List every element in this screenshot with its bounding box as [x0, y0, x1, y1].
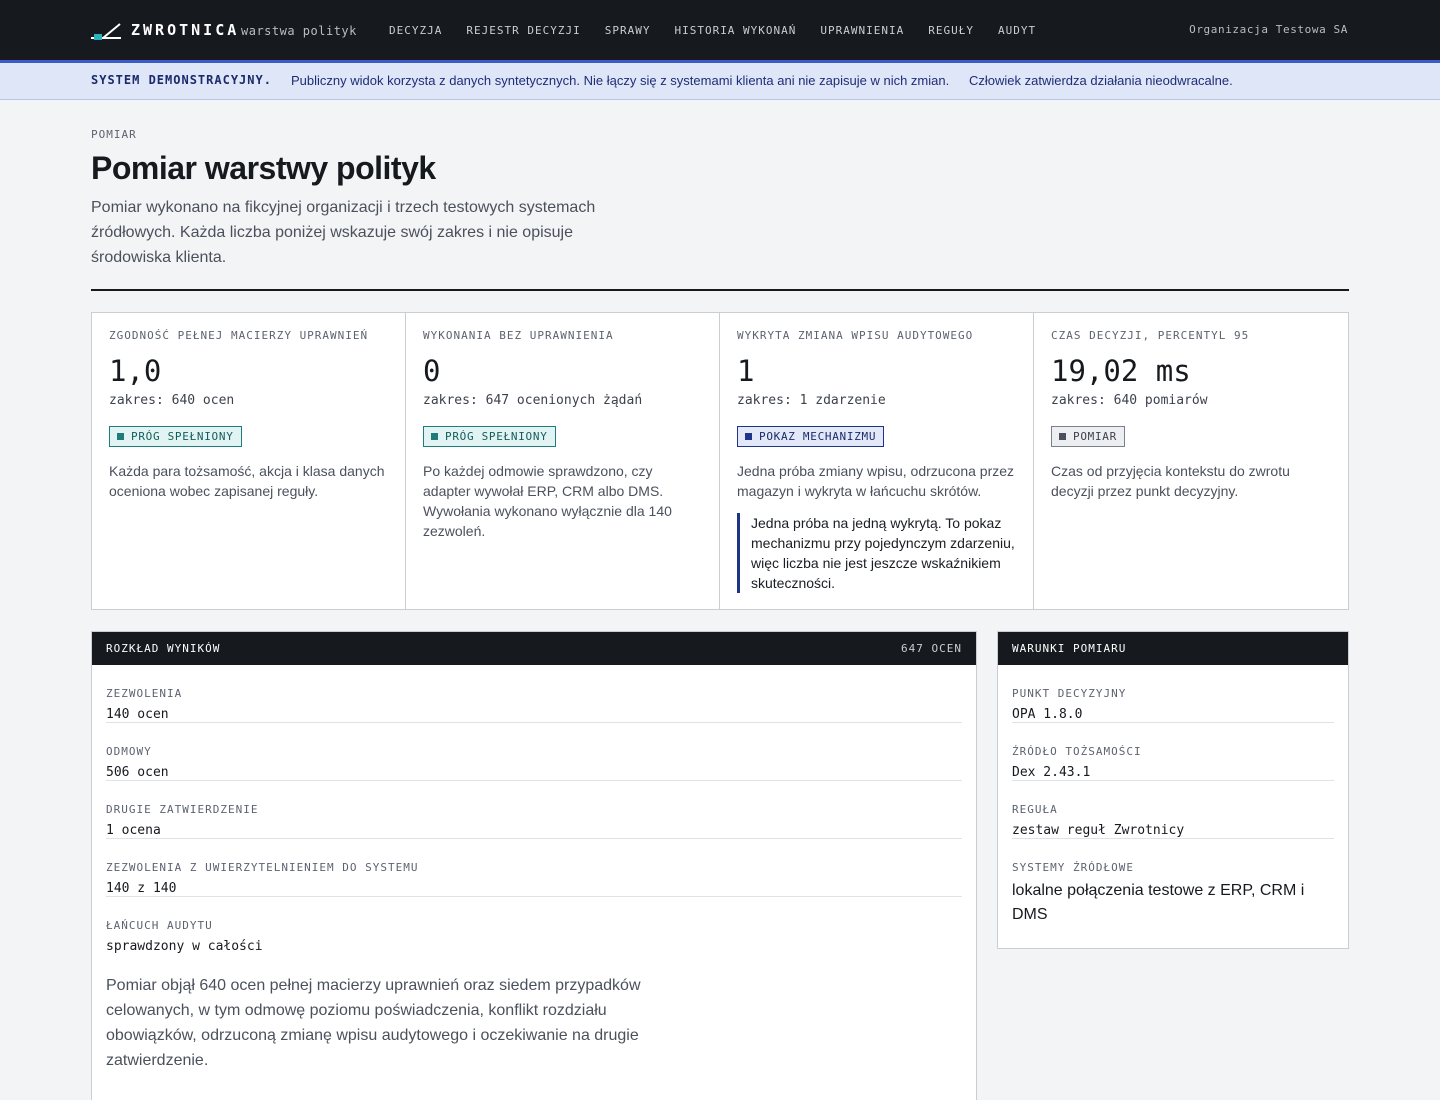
- badge-label: PRÓG SPEŁNIONY: [445, 430, 548, 443]
- demo-system-banner: SYSTEM DEMONSTRACYJNY. Publiczny widok k…: [0, 60, 1440, 100]
- header-divider: [91, 289, 1349, 291]
- badge-label: POKAZ MECHANIZMU: [759, 430, 877, 443]
- metric-value: 1: [737, 354, 755, 388]
- metric-description: Każda para tożsamość, akcja i klasa dany…: [109, 463, 385, 499]
- panel-count: 647 OCEN: [901, 642, 962, 655]
- measurement-conditions-panel: WARUNKI POMIARU PUNKT DECYZYJNY OPA 1.8.…: [997, 631, 1349, 949]
- list-item: ŹRÓDŁO TOŻSAMOŚCI Dex 2.43.1: [1012, 723, 1334, 781]
- metric-value: 0: [423, 354, 441, 388]
- nav-item-decyzja[interactable]: DECYZJA: [389, 24, 442, 37]
- row-label: SYSTEMY ŹRÓDŁOWE: [1012, 861, 1134, 874]
- distribution-summary: Pomiar objął 640 ocen pełnej macierzy up…: [106, 977, 641, 1069]
- metric-card-unauthorized-executions: WYKONANIA BEZ UPRAWNIENIA 0 zakres: 647 …: [406, 313, 720, 609]
- nav-item-historia-wykonan[interactable]: HISTORIA WYKONAŃ: [674, 24, 796, 37]
- badge-square-icon: [117, 433, 124, 440]
- metric-card-matrix-compliance: ZGODNOŚĆ PEŁNEJ MACIERZY UPRAWNIEŃ 1,0 z…: [92, 313, 406, 609]
- panel-title: WARUNKI POMIARU: [1012, 642, 1127, 655]
- row-label: DRUGIE ZATWIERDZENIE: [106, 803, 259, 816]
- metric-note: Jedna próba na jedną wykrytą. To pokaz m…: [737, 513, 1017, 593]
- list-item: REGUŁA zestaw reguł Zwrotnicy: [1012, 781, 1334, 839]
- distribution-rows: ZEZWOLENIA 140 ocen ODMOWY 506 ocen DRUG…: [92, 665, 976, 955]
- banner-text-approval: Człowiek zatwierdza działania nieodwraca…: [969, 73, 1233, 88]
- page-eyebrow: POMIAR: [91, 128, 137, 141]
- row-value: Dex 2.43.1: [1012, 765, 1091, 780]
- panel-title: ROZKŁAD WYNIKÓW: [106, 642, 221, 655]
- badge-label: PRÓG SPEŁNIONY: [131, 430, 234, 443]
- nav-item-rejestr-decyzji[interactable]: REJESTR DECYZJI: [466, 24, 580, 37]
- badge-square-icon: [745, 433, 752, 440]
- panel-header: WARUNKI POMIARU: [998, 632, 1348, 665]
- badge-square-icon: [1059, 433, 1066, 440]
- row-label: ŁAŃCUCH AUDYTU: [106, 919, 213, 932]
- status-badge: POKAZ MECHANIZMU: [737, 426, 885, 447]
- badge-square-icon: [431, 433, 438, 440]
- list-item: ODMOWY 506 ocen: [106, 723, 962, 781]
- nav-item-reguly[interactable]: REGUŁY: [928, 24, 974, 37]
- list-item: PUNKT DECYZYJNY OPA 1.8.0: [1012, 665, 1334, 723]
- brand-subtitle: warstwa polityk: [241, 24, 357, 38]
- row-value: 140 ocen: [106, 707, 169, 722]
- metric-scope: zakres: 640 ocen: [109, 393, 235, 408]
- metric-label: CZAS DECYZJI, PERCENTYL 95: [1051, 329, 1250, 342]
- nav-item-sprawy[interactable]: SPRAWY: [605, 24, 651, 37]
- list-item: SYSTEMY ŹRÓDŁOWE lokalne połączenia test…: [1012, 839, 1334, 927]
- row-value: OPA 1.8.0: [1012, 707, 1083, 722]
- row-value: lokalne połączenia testowe z ERP, CRM i …: [1012, 882, 1305, 923]
- page-lead: Pomiar wykonano na fikcyjnej organizacji…: [91, 199, 596, 266]
- row-label: REGUŁA: [1012, 803, 1058, 816]
- status-badge: PRÓG SPEŁNIONY: [423, 426, 556, 447]
- row-value: sprawdzony w całości: [106, 939, 263, 954]
- row-label: PUNKT DECYZYJNY: [1012, 687, 1127, 700]
- metric-label: WYKONANIA BEZ UPRAWNIENIA: [423, 329, 614, 342]
- row-label: ZEZWOLENIA: [106, 687, 183, 700]
- metrics-grid: ZGODNOŚĆ PEŁNEJ MACIERZY UPRAWNIEŃ 1,0 z…: [91, 312, 1349, 610]
- list-item: ZEZWOLENIA 140 ocen: [106, 665, 962, 723]
- metric-value: 19,02 ms: [1051, 354, 1191, 388]
- organization-name[interactable]: Organizacja Testowa SA: [1189, 23, 1348, 36]
- results-distribution-panel: ROZKŁAD WYNIKÓW 647 OCEN ZEZWOLENIA 140 …: [91, 631, 977, 1100]
- metric-label: ZGODNOŚĆ PEŁNEJ MACIERZY UPRAWNIEŃ: [109, 329, 369, 342]
- row-value: 506 ocen: [106, 765, 169, 780]
- metric-scope: zakres: 640 pomiarów: [1051, 393, 1208, 408]
- row-label: ŹRÓDŁO TOŻSAMOŚCI: [1012, 745, 1142, 758]
- page-title: Pomiar warstwy polityk: [91, 150, 436, 186]
- metric-description: Czas od przyjęcia kontekstu do zwrotu de…: [1051, 463, 1290, 499]
- row-value: 140 z 140: [106, 881, 177, 896]
- row-label: ODMOWY: [106, 745, 152, 758]
- badge-label: POMIAR: [1073, 430, 1117, 443]
- row-label: ZEZWOLENIA Z UWIERZYTELNIENIEM DO SYSTEM…: [106, 861, 419, 874]
- list-item: ŁAŃCUCH AUDYTU sprawdzony w całości: [106, 897, 962, 955]
- metric-description: Po każdej odmowie sprawdzono, czy adapte…: [423, 463, 672, 539]
- list-item: DRUGIE ZATWIERDZENIE 1 ocena: [106, 781, 962, 839]
- conditions-rows: PUNKT DECYZYJNY OPA 1.8.0 ŹRÓDŁO TOŻSAMO…: [998, 665, 1348, 927]
- metric-label: WYKRYTA ZMIANA WPISU AUDYTOWEGO: [737, 329, 974, 342]
- panel-header: ROZKŁAD WYNIKÓW 647 OCEN: [92, 632, 976, 665]
- metric-value: 1,0: [109, 354, 162, 388]
- list-item: ZEZWOLENIA Z UWIERZYTELNIENIEM DO SYSTEM…: [106, 839, 962, 897]
- nav-item-audyt[interactable]: AUDYT: [998, 24, 1036, 37]
- row-value: zestaw reguł Zwrotnicy: [1012, 823, 1185, 838]
- brand-name[interactable]: ZWROTNICA: [131, 21, 239, 39]
- banner-text: Publiczny widok korzysta z danych syntet…: [291, 73, 950, 88]
- row-value: 1 ocena: [106, 823, 161, 838]
- metric-card-decision-latency: CZAS DECYZJI, PERCENTYL 95 19,02 ms zakr…: [1034, 313, 1348, 609]
- main-nav: DECYZJA REJESTR DECYZJI SPRAWY HISTORIA …: [389, 24, 1060, 37]
- status-badge: POMIAR: [1051, 426, 1125, 447]
- status-badge: PRÓG SPEŁNIONY: [109, 426, 242, 447]
- metric-description: Jedna próba zmiany wpisu, odrzucona prze…: [737, 463, 1015, 499]
- nav-item-uprawnienia[interactable]: UPRAWNIENIA: [820, 24, 904, 37]
- metric-card-audit-tamper-detection: WYKRYTA ZMIANA WPISU AUDYTOWEGO 1 zakres…: [720, 313, 1034, 609]
- switch-track-logo-icon[interactable]: [91, 22, 121, 40]
- metric-scope: zakres: 647 ocenionych żądań: [423, 393, 643, 408]
- banner-label: SYSTEM DEMONSTRACYJNY.: [91, 73, 272, 87]
- top-navigation-bar: ZWROTNICA warstwa polityk DECYZJA REJEST…: [0, 0, 1440, 60]
- metric-scope: zakres: 1 zdarzenie: [737, 393, 886, 408]
